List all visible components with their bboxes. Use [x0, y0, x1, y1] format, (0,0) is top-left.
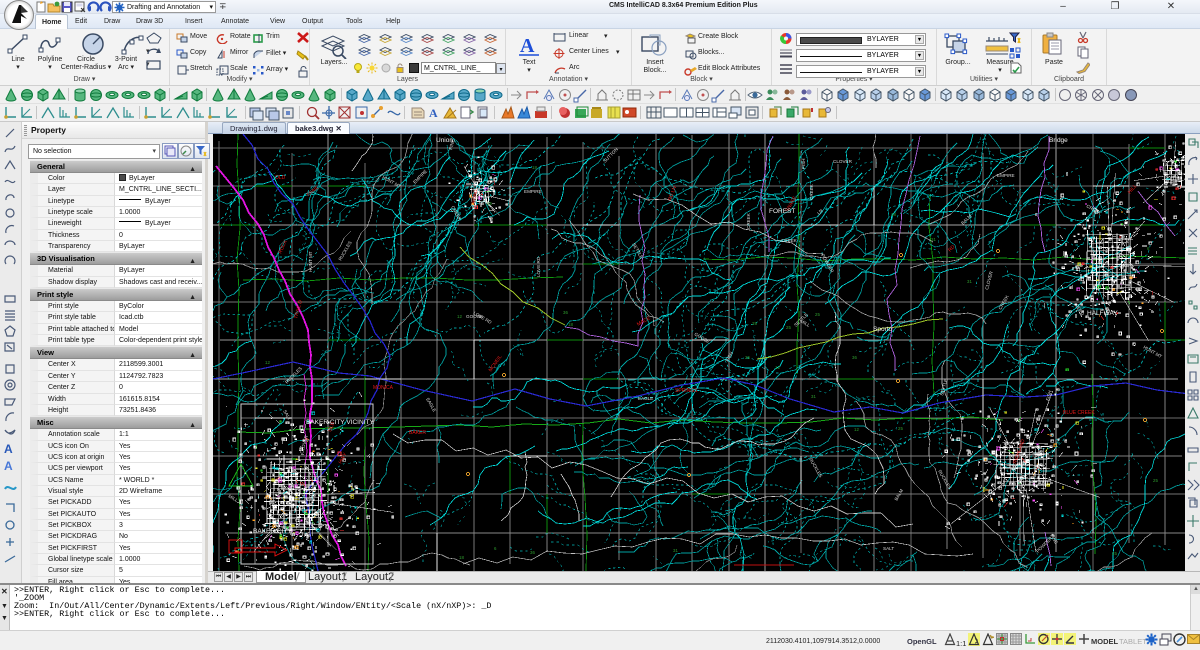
- svg-text:25: 25: [487, 201, 492, 206]
- svg-text:Bridge: Bridge: [1049, 137, 1068, 144]
- svg-text:CREEK: CREEK: [809, 183, 814, 200]
- svg-text:25: 25: [1112, 551, 1117, 556]
- svg-text:BAKER CITY VICINITY: BAKER CITY VICINITY: [306, 419, 374, 426]
- svg-text:OLD: OLD: [275, 175, 286, 181]
- svg-text:36: 36: [852, 355, 857, 360]
- svg-text:GOOSE: GOOSE: [466, 314, 483, 319]
- svg-text:12: 12: [854, 427, 859, 432]
- svg-text:HALFWAY: HALFWAY: [1087, 310, 1118, 317]
- svg-text:31: 31: [673, 548, 678, 553]
- svg-text:36: 36: [563, 310, 568, 315]
- svg-text:31: 31: [811, 394, 816, 399]
- svg-text:18: 18: [568, 322, 573, 327]
- svg-text:EAGLE: EAGLE: [638, 396, 653, 401]
- svg-text:RICHLAND: RICHLAND: [1018, 480, 1052, 487]
- svg-text:MONICA: MONICA: [373, 385, 394, 391]
- svg-text:25: 25: [898, 426, 903, 431]
- svg-text:Union: Union: [436, 137, 453, 144]
- svg-text:EMPIRE: EMPIRE: [997, 173, 1015, 178]
- svg-text:25: 25: [1153, 478, 1158, 483]
- svg-text:EMPIRE: EMPIRE: [524, 189, 542, 194]
- svg-text:18: 18: [891, 212, 896, 217]
- svg-text:FOREST: FOREST: [769, 208, 795, 215]
- svg-text:HUNT MT: HUNT MT: [308, 251, 313, 272]
- svg-text:CLOVER: CLOVER: [833, 159, 853, 164]
- svg-text:25: 25: [815, 312, 820, 317]
- svg-text:25: 25: [745, 355, 750, 360]
- svg-text:SPRINGS: SPRINGS: [675, 388, 698, 394]
- svg-text:BAKER CITY: BAKER CITY: [253, 528, 292, 535]
- svg-text:LOVE RD: LOVE RD: [536, 256, 541, 277]
- svg-text:Sporto: Sporto: [873, 326, 893, 333]
- svg-text:31: 31: [967, 279, 972, 284]
- svg-text:12: 12: [265, 360, 270, 365]
- svg-text:25: 25: [786, 325, 791, 330]
- svg-text:CREEK: CREEK: [746, 212, 751, 229]
- svg-text:A: A: [520, 35, 535, 57]
- svg-text:31: 31: [931, 237, 936, 242]
- svg-text:36: 36: [530, 550, 535, 555]
- svg-text:12: 12: [775, 365, 780, 370]
- svg-text:25: 25: [752, 321, 757, 326]
- svg-text:A: A: [429, 106, 438, 120]
- svg-text:BLUE CREEK: BLUE CREEK: [1063, 410, 1095, 416]
- svg-text:18: 18: [532, 165, 537, 170]
- svg-text:SALT: SALT: [883, 546, 894, 551]
- svg-text:12: 12: [457, 314, 462, 319]
- svg-text:FISH: FISH: [801, 159, 806, 169]
- svg-text:18: 18: [459, 555, 464, 560]
- svg-text:BAKER: BAKER: [409, 430, 426, 436]
